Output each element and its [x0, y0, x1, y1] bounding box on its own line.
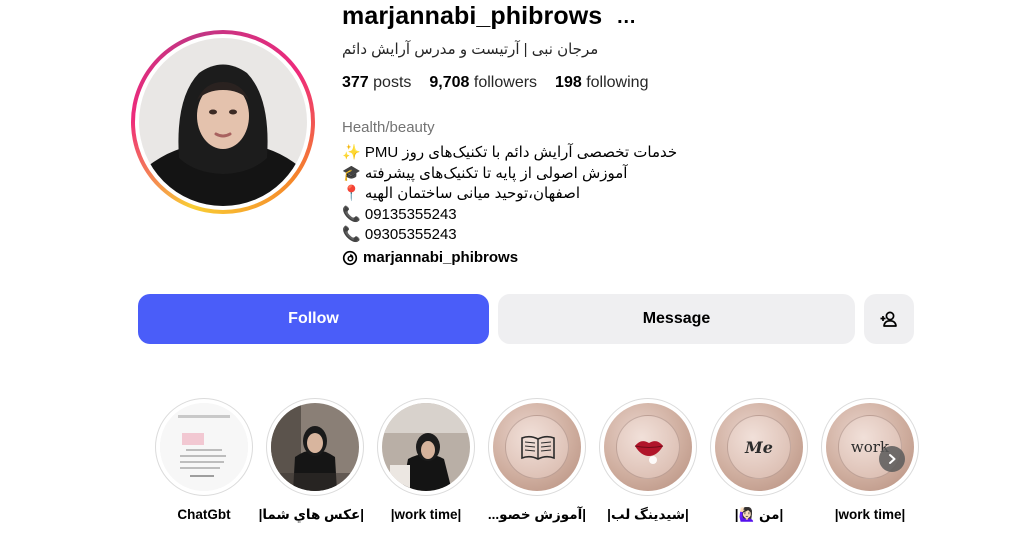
suggested-accounts-button[interactable] — [864, 294, 914, 344]
follow-button[interactable]: Follow — [138, 294, 489, 344]
threads-icon — [342, 250, 358, 265]
message-button[interactable]: Message — [498, 294, 855, 344]
highlight-label: ChatGbt — [177, 507, 231, 522]
highlight-label: |work time| — [390, 507, 462, 522]
highlight-item[interactable]: ChatGbt — [155, 398, 253, 522]
profile-photo — [139, 38, 307, 206]
bio-line: خدمات تخصصی آرایش دائم با تکنیک‌های روز … — [342, 144, 678, 161]
bio-line: اصفهان،توحید میانی ساختمان الهیه 📍 — [342, 185, 581, 202]
profile-full-name: مرجان نبی | آرتیست و مدرس آرایش دائم — [342, 41, 599, 58]
profile-stats: 377 posts 9,708 followers 198 following — [342, 74, 666, 92]
highlight-item[interactable]: |شیدینگ لب| — [599, 398, 697, 523]
highlights-next-button[interactable] — [879, 446, 905, 472]
highlight-item[interactable]: Me |من 🙋🏻‍♀️| — [710, 398, 808, 523]
bio-phone: 09305355243 📞 — [342, 226, 457, 243]
highlight-label: |work time| — [834, 507, 906, 522]
followers-count[interactable]: 9,708 followers — [429, 74, 537, 92]
posts-count: 377 posts — [342, 74, 412, 91]
more-options-icon[interactable]: … — [616, 7, 636, 27]
highlight-item[interactable]: |عکس هاي شما| — [258, 398, 364, 523]
book-icon — [521, 435, 555, 460]
highlight-label: |آموزش خصو... — [487, 507, 586, 522]
bio-line: آموزش اصولی از پایه تا تکنیک‌های پیشرفته… — [342, 164, 628, 182]
profile-category: Health/beauty — [342, 119, 435, 136]
highlight-label: |عکس هاي شما| — [258, 507, 364, 522]
highlight-cover-image — [271, 403, 359, 491]
threads-handle: marjannabi_phibrows — [363, 249, 519, 266]
highlight-item[interactable]: |آموزش خصو... — [488, 398, 586, 523]
highlight-item[interactable]: |work time| — [377, 398, 475, 522]
profile-username: marjannabi_phibrows — [342, 2, 603, 30]
lips-icon — [634, 441, 664, 464]
highlight-label: |من 🙋🏻‍♀️| — [734, 507, 784, 522]
profile-avatar[interactable] — [131, 30, 315, 214]
profile-bio: خدمات تخصصی آرایش دائم با تکنیک‌های روز … — [342, 143, 677, 246]
bio-phone: 09135355243 📞 — [342, 205, 457, 223]
chevron-right-icon — [889, 454, 896, 464]
highlight-cover-text: Me — [745, 437, 773, 457]
highlight-label: |شیدینگ لب| — [607, 507, 689, 522]
threads-link[interactable]: marjannabi_phibrows — [342, 249, 518, 266]
highlight-cover-image — [382, 403, 470, 491]
add-user-icon — [880, 311, 897, 327]
following-count[interactable]: 198 following — [555, 74, 648, 92]
highlight-cover-image — [160, 403, 248, 491]
